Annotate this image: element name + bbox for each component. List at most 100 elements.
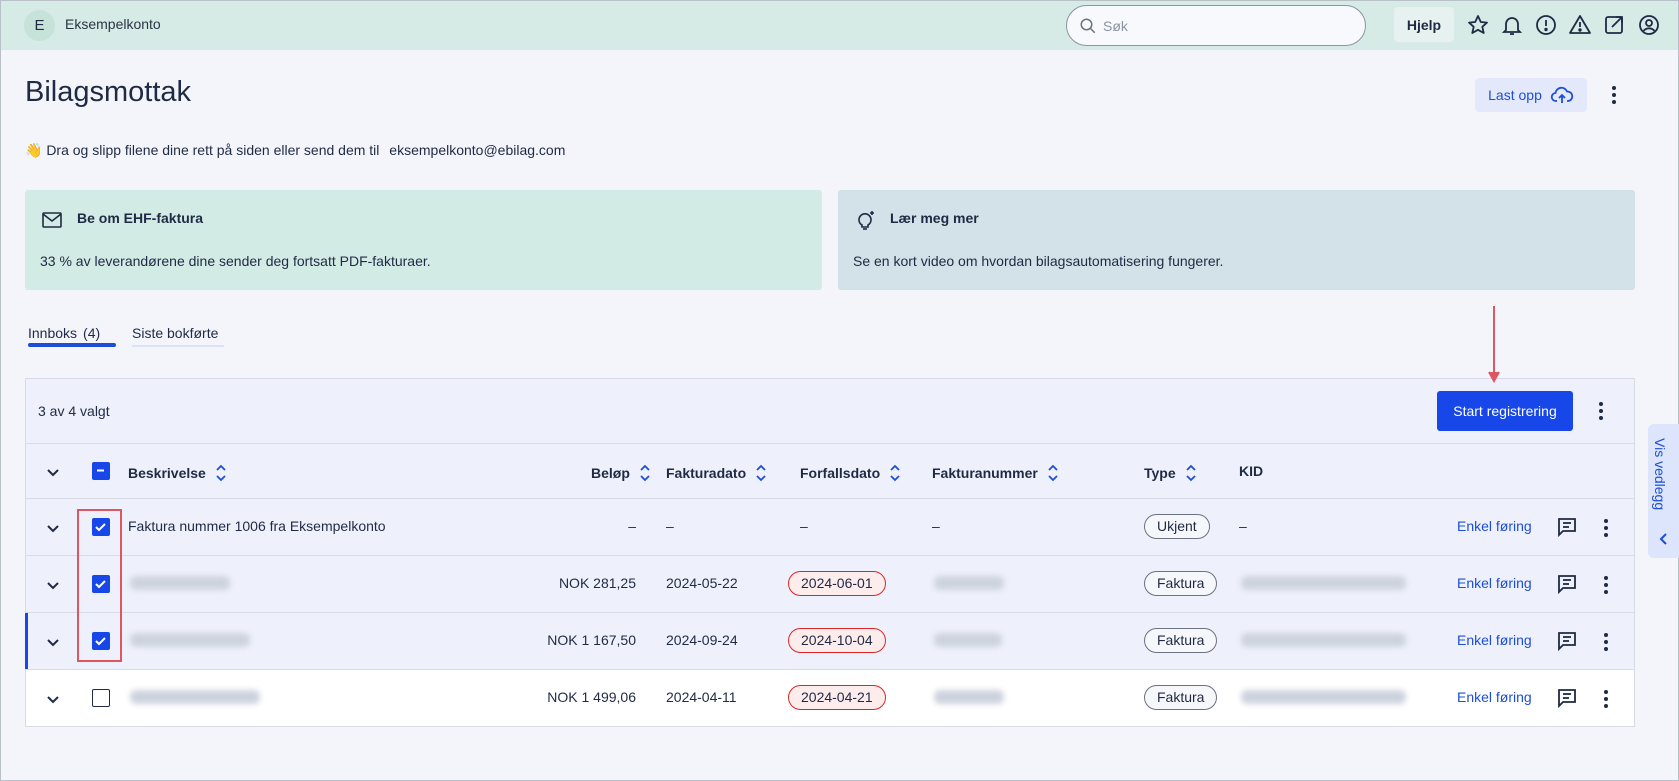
table-row[interactable]: NOK 281,25 2024-05-22 2024-06-01 Faktura… — [26, 556, 1634, 613]
account-avatar[interactable]: E — [24, 10, 55, 41]
column-header-type[interactable]: Type — [1144, 463, 1197, 483]
chevron-down-icon[interactable] — [46, 521, 60, 535]
help-button[interactable]: Hjelp — [1394, 7, 1454, 42]
redacted-kid — [1241, 576, 1406, 590]
column-header-invoice-date[interactable]: Fakturadato — [666, 463, 767, 483]
tab-inbox[interactable]: Innboks (4) — [28, 325, 100, 341]
inbox-table: 3 av 4 valgt Start registrering Beskrive… — [25, 378, 1635, 727]
sort-icon — [1186, 464, 1196, 482]
row-checkbox[interactable] — [92, 689, 110, 707]
simple-entry-link[interactable]: Enkel føring — [1457, 689, 1532, 705]
redacted-description — [130, 576, 230, 590]
column-label: Beskrivelse — [128, 465, 206, 481]
type-badge: Faktura — [1144, 628, 1218, 653]
lightbulb-icon — [858, 211, 874, 230]
warning-triangle-icon[interactable] — [1568, 13, 1592, 37]
tab-inbox-count: (4) — [83, 325, 101, 341]
comment-icon[interactable] — [1555, 515, 1579, 539]
table-menu-button[interactable] — [1591, 400, 1611, 422]
search-input[interactable] — [1103, 17, 1343, 34]
search-box[interactable] — [1066, 5, 1366, 46]
column-header-description[interactable]: Beskrivelse — [128, 463, 227, 483]
show-attachment-tab[interactable]: Vis vedlegg — [1648, 424, 1679, 558]
column-label: Beløp — [591, 465, 630, 481]
column-header-amount[interactable]: Beløp — [591, 463, 651, 483]
cloud-upload-icon — [1550, 86, 1574, 103]
row-menu-button[interactable] — [1596, 688, 1616, 710]
overdue-date-badge: 2024-06-01 — [788, 571, 886, 596]
table-header: Beskrivelse Beløp Fakturadato Forfallsda… — [26, 443, 1634, 499]
simple-entry-link[interactable]: Enkel føring — [1457, 575, 1532, 591]
tab-underline — [132, 345, 224, 347]
top-bar: E Eksempelkonto Hjelp — [1, 1, 1678, 50]
chevron-down-icon[interactable] — [46, 635, 60, 649]
start-registration-button[interactable]: Start registrering — [1437, 391, 1573, 431]
tab-recently-booked[interactable]: Siste bokførte — [132, 325, 218, 341]
row-due-date: – — [800, 518, 808, 534]
chevron-down-icon[interactable] — [46, 465, 60, 479]
chevron-down-icon[interactable] — [46, 692, 60, 706]
row-invoice-number: – — [932, 518, 940, 534]
overdue-date-badge: 2024-10-04 — [788, 628, 886, 653]
dropzone-email: eksempelkonto@ebilag.com — [389, 142, 566, 158]
row-menu-button[interactable] — [1596, 517, 1616, 539]
chevron-left-icon — [1659, 533, 1667, 545]
checkbox-highlight-annotation — [77, 509, 122, 662]
sort-icon — [756, 464, 766, 482]
row-amount: – — [628, 518, 636, 534]
upload-button-label: Last opp — [1488, 87, 1542, 103]
column-label: Forfallsdato — [800, 465, 881, 481]
table-row[interactable]: NOK 1 167,50 2024-09-24 2024-10-04 Faktu… — [25, 613, 1634, 670]
row-amount: NOK 1 167,50 — [547, 632, 636, 648]
row-amount: NOK 1 499,06 — [547, 689, 636, 705]
learn-more-card[interactable]: Lær meg mer Se en kort video om hvordan … — [838, 190, 1635, 290]
column-label: Fakturadato — [666, 465, 747, 481]
search-icon — [1080, 18, 1096, 33]
alert-circle-icon[interactable] — [1534, 13, 1558, 37]
ehf-card[interactable]: Be om EHF-faktura 33 % av leverandørene … — [25, 190, 822, 290]
sort-icon — [890, 464, 900, 482]
redacted-description — [130, 633, 250, 647]
row-invoice-date: 2024-05-22 — [666, 575, 738, 591]
row-menu-button[interactable] — [1596, 631, 1616, 653]
external-link-icon[interactable] — [1602, 13, 1626, 37]
star-icon[interactable] — [1466, 13, 1490, 37]
selection-status: 3 av 4 valgt — [38, 403, 110, 419]
comment-icon[interactable] — [1555, 629, 1579, 653]
column-header-invoice-number[interactable]: Fakturanummer — [932, 463, 1059, 483]
dropzone-text: 👋 Dra og slipp filene dine rett på siden… — [25, 142, 380, 158]
column-label: KID — [1239, 463, 1264, 479]
account-name[interactable]: Eksempelkonto — [65, 16, 161, 32]
redacted-kid — [1241, 633, 1406, 647]
row-invoice-date: – — [666, 518, 674, 534]
tab-inbox-label: Innboks — [28, 325, 78, 341]
table-row[interactable]: Faktura nummer 1006 fra Eksempelkonto – … — [26, 499, 1634, 556]
row-invoice-date: 2024-04-11 — [666, 689, 737, 705]
column-header-due-date[interactable]: Forfallsdato — [800, 463, 901, 483]
redacted-kid — [1241, 690, 1406, 704]
arrow-annotation — [1488, 306, 1500, 383]
redacted-description — [130, 690, 260, 704]
comment-icon[interactable] — [1555, 572, 1579, 596]
redacted-invoice-number — [934, 576, 1004, 590]
overdue-date-badge: 2024-04-21 — [788, 685, 886, 710]
row-invoice-date: 2024-09-24 — [666, 632, 738, 648]
sort-icon — [640, 464, 650, 482]
show-attachment-label: Vis vedlegg — [1652, 438, 1668, 511]
bell-icon[interactable] — [1500, 13, 1524, 37]
simple-entry-link[interactable]: Enkel føring — [1457, 518, 1532, 534]
sort-icon — [216, 464, 226, 482]
comment-icon[interactable] — [1555, 686, 1579, 710]
row-kid: – — [1239, 518, 1247, 534]
chevron-down-icon[interactable] — [46, 578, 60, 592]
column-header-kid: KID — [1239, 463, 1263, 479]
page-menu-button[interactable] — [1604, 84, 1624, 106]
select-all-checkbox[interactable] — [92, 462, 110, 480]
learn-more-card-title: Lær meg mer — [890, 210, 979, 226]
simple-entry-link[interactable]: Enkel føring — [1457, 632, 1532, 648]
table-row[interactable]: NOK 1 499,06 2024-04-11 2024-04-21 Faktu… — [26, 670, 1634, 727]
upload-button[interactable]: Last opp — [1475, 78, 1587, 112]
row-menu-button[interactable] — [1596, 574, 1616, 596]
user-circle-icon[interactable] — [1637, 13, 1661, 37]
type-badge: Faktura — [1144, 571, 1218, 596]
